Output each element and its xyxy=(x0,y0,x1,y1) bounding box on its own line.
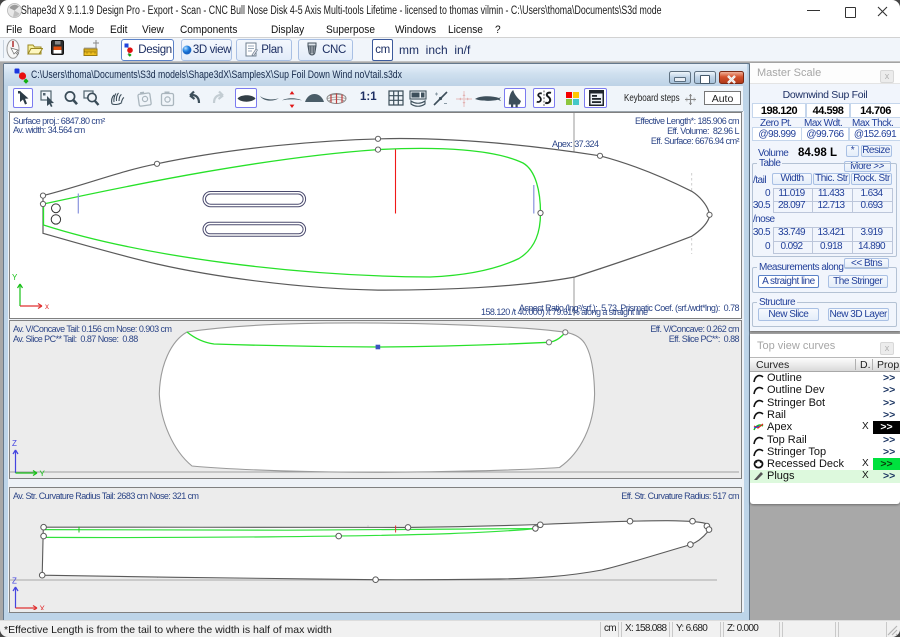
svg-text:Y: Y xyxy=(40,470,46,477)
svg-text:Z: Z xyxy=(12,577,17,586)
svg-text:Z: Z xyxy=(12,439,17,448)
svg-text:Y: Y xyxy=(12,273,18,282)
svg-text:X: X xyxy=(40,605,46,611)
svg-text:x: x xyxy=(45,302,49,311)
